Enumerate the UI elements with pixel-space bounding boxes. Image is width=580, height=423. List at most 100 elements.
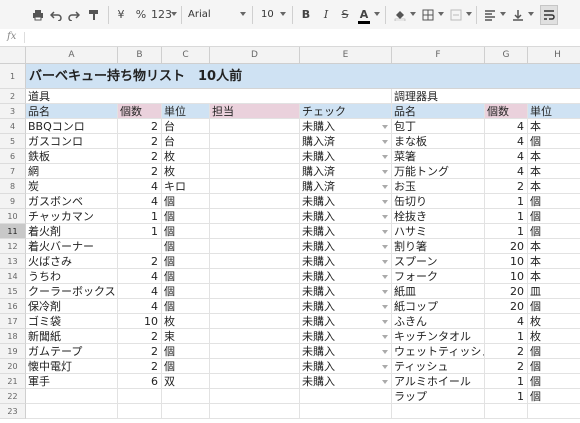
cook-item-name[interactable]: 紙コップ [392, 299, 485, 314]
check-status-dropdown[interactable]: 未購入 [300, 344, 392, 359]
paint-format-icon[interactable] [86, 6, 102, 24]
cook-item-name[interactable]: お玉 [392, 179, 485, 194]
bold-button[interactable]: B [298, 6, 314, 24]
item-qty[interactable]: 4 [118, 194, 162, 209]
cook-item-unit[interactable]: 枚 [528, 314, 580, 329]
item-assignee[interactable] [210, 194, 300, 209]
empty-cell[interactable] [118, 404, 162, 419]
spreadsheet-grid[interactable]: A B C D E F G H 1 2 3 4 5 6 7 8 9 10 11 12 13 14 15 16 17 18 19 20 2… [0, 47, 580, 423]
item-qty[interactable]: 4 [118, 299, 162, 314]
dropdown-caret-icon[interactable] [382, 305, 388, 309]
row-header-10[interactable]: 10 [0, 209, 26, 224]
cook-item-qty[interactable]: 4 [485, 164, 528, 179]
cook-item-qty[interactable]: 4 [485, 314, 528, 329]
cook-item-name[interactable]: 栓抜き [392, 209, 485, 224]
column-header-a[interactable]: A [26, 47, 118, 64]
item-assignee[interactable] [210, 314, 300, 329]
item-assignee[interactable] [210, 254, 300, 269]
cook-item-qty[interactable]: 2 [485, 359, 528, 374]
row-header-3[interactable]: 3 [0, 104, 26, 119]
dropdown-caret-icon[interactable] [382, 200, 388, 204]
text-color-caret-icon[interactable] [374, 12, 380, 16]
dropdown-caret-icon[interactable] [382, 260, 388, 264]
row-header-16[interactable]: 16 [0, 299, 26, 314]
check-status-dropdown[interactable]: 未購入 [300, 224, 392, 239]
item-name[interactable]: ガスボンベ [26, 194, 118, 209]
cook-item-name[interactable]: ウェットティッシュ [392, 344, 485, 359]
check-status-dropdown[interactable]: 購入済 [300, 164, 392, 179]
fill-color-icon[interactable] [392, 6, 408, 24]
item-name[interactable]: 保冷剤 [26, 299, 118, 314]
item-assignee[interactable] [210, 224, 300, 239]
item-name[interactable]: 鉄板 [26, 149, 118, 164]
cook-item-unit[interactable]: 個 [528, 389, 580, 404]
item-unit[interactable]: 台 [162, 134, 210, 149]
cook-item-qty[interactable]: 2 [485, 344, 528, 359]
cook-item-name[interactable]: ラップ [392, 389, 485, 404]
cook-item-name[interactable]: ティッシュ [392, 359, 485, 374]
redo-icon[interactable] [66, 6, 82, 24]
item-qty[interactable]: 1 [118, 224, 162, 239]
cook-item-unit[interactable]: 本 [528, 179, 580, 194]
item-unit[interactable]: 個 [162, 344, 210, 359]
item-unit[interactable]: 個 [162, 269, 210, 284]
font-family-select[interactable]: Arial [188, 6, 238, 24]
cook-item-qty[interactable]: 1 [485, 194, 528, 209]
cook-item-qty[interactable]: 4 [485, 149, 528, 164]
column-header-e[interactable]: E [300, 47, 392, 64]
cook-item-unit[interactable]: 枚 [528, 329, 580, 344]
cook-item-name[interactable]: 割り箸 [392, 239, 485, 254]
cook-item-unit[interactable]: 個 [528, 209, 580, 224]
cook-item-unit[interactable]: 個 [528, 374, 580, 389]
text-wrap-icon[interactable] [540, 5, 558, 25]
cook-item-unit[interactable]: 本 [528, 239, 580, 254]
check-status-dropdown[interactable]: 未購入 [300, 314, 392, 329]
item-name[interactable]: ガスコンロ [26, 134, 118, 149]
dropdown-caret-icon[interactable] [382, 380, 388, 384]
horizontal-align-icon[interactable] [482, 6, 498, 24]
dropdown-caret-icon[interactable] [382, 125, 388, 129]
cook-item-qty[interactable]: 1 [485, 374, 528, 389]
item-assignee[interactable] [210, 269, 300, 284]
merge-cells-caret-icon[interactable] [466, 12, 472, 16]
empty-cell[interactable] [528, 404, 580, 419]
borders-caret-icon[interactable] [438, 12, 444, 16]
cook-item-name[interactable]: まな板 [392, 134, 485, 149]
check-status-dropdown[interactable]: 購入済 [300, 134, 392, 149]
merge-cells-icon[interactable] [448, 6, 464, 24]
dropdown-caret-icon[interactable] [382, 350, 388, 354]
empty-cell[interactable] [26, 389, 118, 404]
cook-item-qty[interactable]: 1 [485, 389, 528, 404]
italic-button[interactable]: I [318, 6, 334, 24]
column-header-f[interactable]: F [392, 47, 485, 64]
item-assignee[interactable] [210, 134, 300, 149]
print-icon[interactable] [30, 6, 46, 24]
item-name[interactable]: ゴミ袋 [26, 314, 118, 329]
item-qty[interactable]: 6 [118, 374, 162, 389]
row-header-12[interactable]: 12 [0, 239, 26, 254]
cook-item-unit[interactable]: 本 [528, 164, 580, 179]
empty-cell[interactable] [118, 389, 162, 404]
check-status-dropdown[interactable]: 未購入 [300, 209, 392, 224]
cook-item-unit[interactable]: 本 [528, 254, 580, 269]
item-qty[interactable]: 2 [118, 359, 162, 374]
dropdown-caret-icon[interactable] [382, 245, 388, 249]
item-qty[interactable] [118, 239, 162, 254]
item-unit[interactable]: 個 [162, 359, 210, 374]
item-assignee[interactable] [210, 239, 300, 254]
cook-item-name[interactable]: スプーン [392, 254, 485, 269]
item-name[interactable]: 炭 [26, 179, 118, 194]
cook-item-name[interactable]: アルミホイール [392, 374, 485, 389]
check-status-dropdown[interactable]: 購入済 [300, 179, 392, 194]
item-unit[interactable]: 個 [162, 194, 210, 209]
vertical-align-caret-icon[interactable] [528, 12, 534, 16]
row-header-22[interactable]: 22 [0, 389, 26, 404]
item-name[interactable]: 軍手 [26, 374, 118, 389]
item-name[interactable]: 火ばさみ [26, 254, 118, 269]
check-status-dropdown[interactable]: 未購入 [300, 239, 392, 254]
undo-icon[interactable] [48, 6, 64, 24]
empty-cell[interactable] [392, 404, 485, 419]
empty-cell[interactable] [300, 404, 392, 419]
cook-item-unit[interactable]: 個 [528, 299, 580, 314]
row-header-6[interactable]: 6 [0, 149, 26, 164]
